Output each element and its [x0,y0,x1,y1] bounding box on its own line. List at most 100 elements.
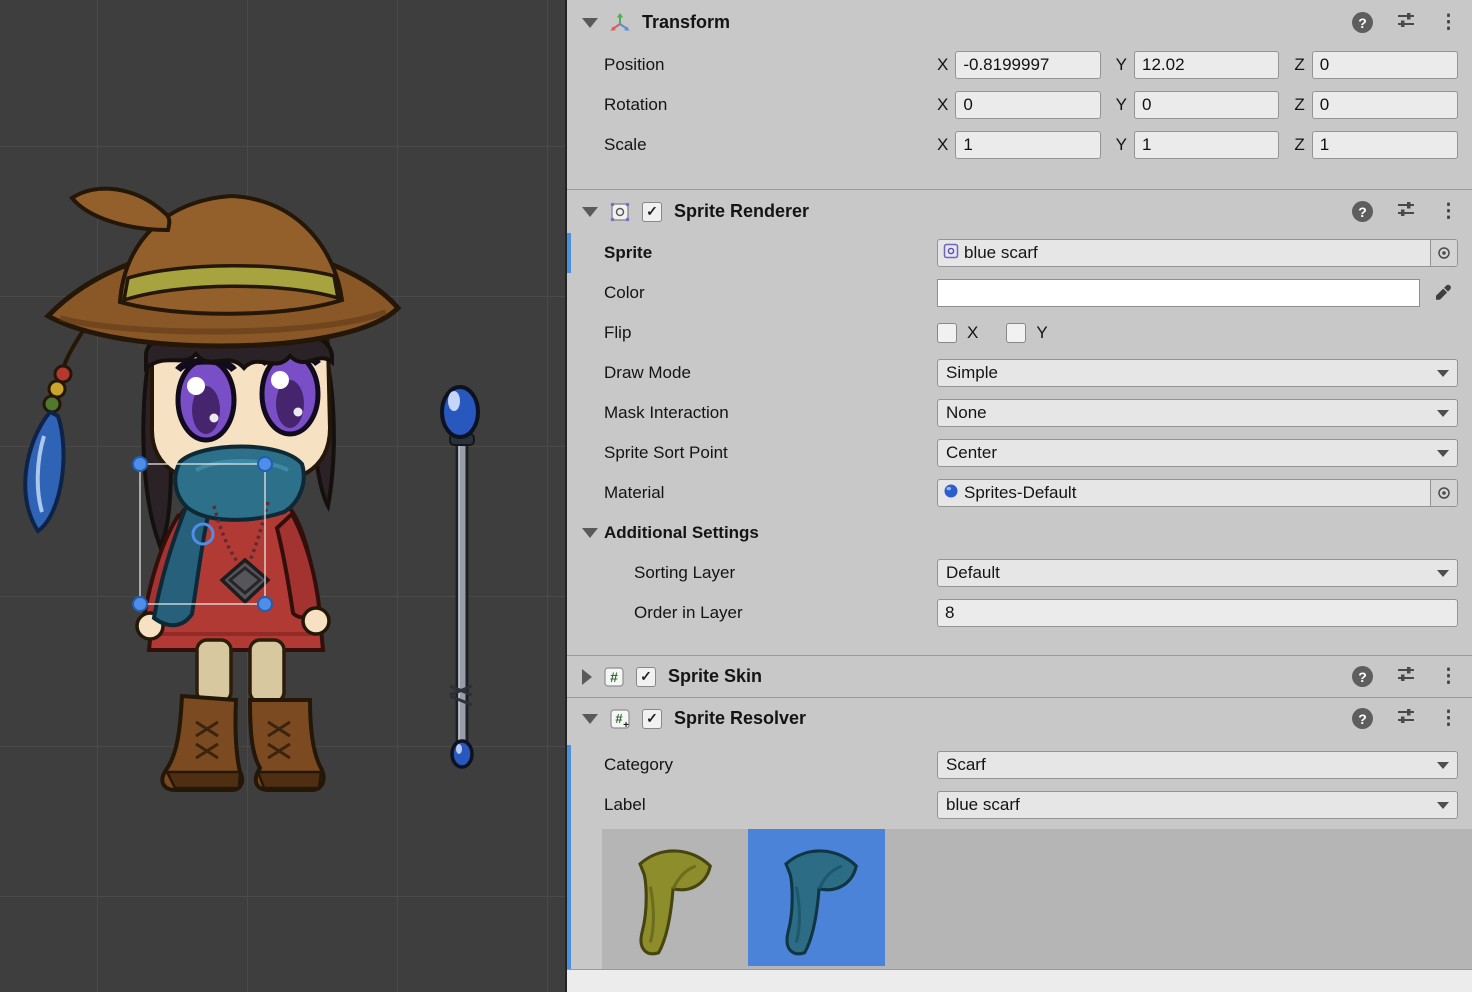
position-label: Position [604,55,937,75]
axis-x-label: X [937,95,948,115]
axis-x-label: X [937,55,948,75]
foldout-closed-icon[interactable] [582,669,592,685]
rotation-label: Rotation [604,95,937,115]
svg-text:#: # [610,669,618,685]
spacer [567,633,1472,655]
selection-handle[interactable] [133,597,147,611]
position-z-input[interactable] [1312,51,1458,79]
presets-icon[interactable] [1395,663,1417,690]
color-swatch[interactable] [937,279,1420,307]
draw-mode-dropdown[interactable]: Simple [937,359,1458,387]
transform-icon [608,11,632,35]
sprite-renderer-component-header[interactable]: ✓ Sprite Renderer ? ⋮ [567,189,1472,233]
component-enabled-checkbox[interactable]: ✓ [642,709,662,729]
sprite-sort-point-dropdown[interactable]: Center [937,439,1458,467]
svg-text:+: + [623,720,629,730]
scale-label: Scale [604,135,937,155]
more-menu-icon[interactable]: ⋮ [1439,709,1458,728]
scale-y-input[interactable] [1134,131,1279,159]
scene-canvas [0,0,565,992]
mask-interaction-row: Mask Interaction None [567,393,1472,433]
mask-interaction-value: None [946,403,987,423]
sorting-layer-row: Sorting Layer Default [567,553,1472,593]
blue-scarf-sprite[interactable] [175,447,303,520]
flip-x-checkbox[interactable] [937,323,957,343]
rotation-y-input[interactable] [1134,91,1279,119]
foldout-open-icon[interactable] [582,207,598,217]
sorting-layer-value: Default [946,563,1000,583]
help-icon[interactable]: ? [1352,12,1373,33]
more-menu-icon[interactable]: ⋮ [1439,202,1458,221]
hat [48,189,398,346]
transform-component-header[interactable]: Transform ? ⋮ [567,0,1472,45]
category-row: Category Scarf [567,745,1472,785]
chevron-down-icon [1437,570,1449,577]
scene-view[interactable] [0,0,565,992]
position-x-input[interactable] [955,51,1100,79]
draw-mode-label: Draw Mode [604,363,937,383]
foldout-open-icon[interactable] [582,528,598,538]
chevron-down-icon [1437,370,1449,377]
object-picker-button[interactable] [1430,480,1457,506]
inspector-footer [567,969,1472,992]
sprite-thumbnail-blue-scarf-selected[interactable] [748,829,885,966]
eyedropper-icon[interactable] [1428,279,1458,307]
presets-icon[interactable] [1395,705,1417,732]
scale-row: Scale X Y Z [567,125,1472,165]
more-menu-icon[interactable]: ⋮ [1439,667,1458,686]
material-object-name: Sprites-Default [964,483,1076,503]
hat-charm [25,326,86,531]
sprite-renderer-icon [608,200,632,224]
label-dropdown[interactable]: blue scarf [937,791,1458,819]
rotation-z-input[interactable] [1312,91,1458,119]
axis-z-label: Z [1294,135,1304,155]
additional-settings-row[interactable]: Additional Settings [567,513,1472,553]
object-picker-button[interactable] [1430,240,1457,266]
sprite-object-field[interactable]: blue scarf [937,239,1458,267]
presets-icon[interactable] [1395,198,1417,225]
component-title: Sprite Skin [668,666,762,687]
scale-x-input[interactable] [955,131,1100,159]
sprite-thumbnail-green-scarf[interactable] [602,829,739,966]
sprite-row: Sprite blue scarf [567,233,1472,273]
selection-handle[interactable] [258,457,272,471]
chevron-down-icon [1437,410,1449,417]
more-menu-icon[interactable]: ⋮ [1439,13,1458,32]
category-value: Scarf [946,755,986,775]
sorting-layer-label: Sorting Layer [634,563,937,583]
help-icon[interactable]: ? [1352,201,1373,222]
label-label: Label [604,795,937,815]
sprite-asset-icon [943,243,959,264]
component-title: Sprite Renderer [674,201,809,222]
category-dropdown[interactable]: Scarf [937,751,1458,779]
material-object-field[interactable]: Sprites-Default [937,479,1458,507]
component-enabled-checkbox[interactable]: ✓ [636,667,656,687]
sprite-object-name: blue scarf [964,243,1038,263]
scale-z-input[interactable] [1312,131,1458,159]
flip-y-checkbox[interactable] [1006,323,1026,343]
character-sprite[interactable] [25,189,398,790]
presets-icon[interactable] [1395,9,1417,36]
selection-handle[interactable] [258,597,272,611]
foldout-open-icon[interactable] [582,18,598,28]
mask-interaction-dropdown[interactable]: None [937,399,1458,427]
selection-handle[interactable] [133,457,147,471]
staff-sprite[interactable] [442,387,478,767]
chevron-down-icon [1437,802,1449,809]
component-title: Sprite Resolver [674,708,806,729]
order-in-layer-label: Order in Layer [634,603,937,623]
order-in-layer-input[interactable] [937,599,1458,627]
help-icon[interactable]: ? [1352,708,1373,729]
axis-y-label: Y [1116,95,1127,115]
sprite-sort-point-label: Sprite Sort Point [604,443,937,463]
sprite-resolver-component-header[interactable]: #+ ✓ Sprite Resolver ? ⋮ [567,697,1472,739]
chevron-down-icon [1437,450,1449,457]
foldout-open-icon[interactable] [582,714,598,724]
sprite-skin-component-header[interactable]: # ✓ Sprite Skin ? ⋮ [567,655,1472,697]
rotation-x-input[interactable] [955,91,1100,119]
material-row: Material Sprites-Default [567,473,1472,513]
help-icon[interactable]: ? [1352,666,1373,687]
position-y-input[interactable] [1134,51,1279,79]
sorting-layer-dropdown[interactable]: Default [937,559,1458,587]
component-enabled-checkbox[interactable]: ✓ [642,202,662,222]
